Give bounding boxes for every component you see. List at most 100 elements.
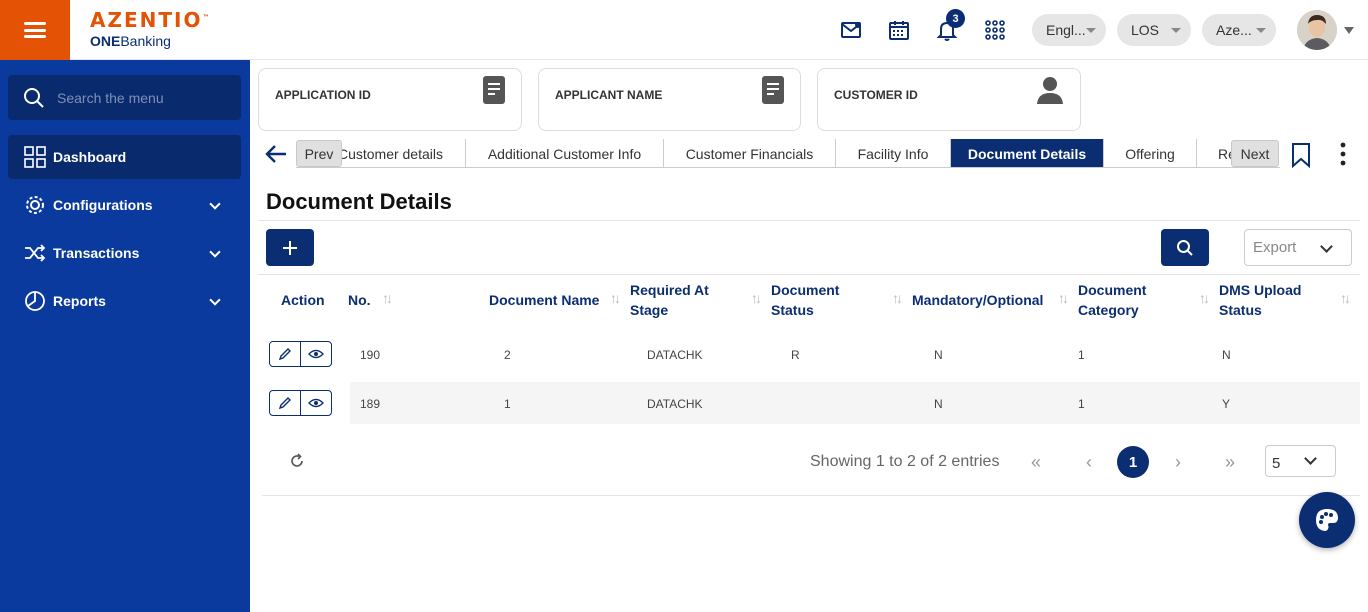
edit-button[interactable] (270, 342, 301, 366)
module-select[interactable]: LOS (1117, 14, 1191, 46)
chevron-down-icon (1304, 452, 1317, 465)
more-vertical-icon[interactable] (1336, 142, 1350, 171)
header-line: Stage (630, 302, 669, 318)
document-icon (483, 76, 505, 109)
hamburger-menu-button[interactable] (0, 0, 70, 60)
back-arrow-icon[interactable] (264, 143, 288, 170)
sort-icon[interactable]: ↑↓ (1340, 290, 1351, 306)
first-page-button[interactable]: « (1020, 446, 1052, 478)
cell-category: 1 (1078, 348, 1085, 362)
top-header: AZENTIO™ ONEBanking 3 Engl... LOS Aze... (0, 0, 1368, 60)
header-line: Status (1219, 302, 1262, 318)
cell-required-stage: DATACHK (647, 397, 703, 411)
refresh-icon[interactable] (288, 452, 306, 475)
page-1-button[interactable]: 1 (1117, 446, 1149, 478)
column-header-no[interactable]: No. (348, 290, 371, 310)
menu-search-input[interactable]: Search the menu (8, 75, 241, 120)
view-button[interactable] (301, 342, 331, 366)
applicant-name-card: APPLICANT NAME (538, 68, 801, 131)
column-header-document-name[interactable]: Document Name (489, 290, 599, 310)
next-page-button[interactable]: › (1162, 446, 1194, 478)
pencil-icon (278, 397, 291, 410)
edit-button[interactable] (270, 391, 301, 415)
entity-select[interactable]: Aze... (1202, 14, 1276, 46)
sidebar-item-reports[interactable]: Reports (8, 279, 241, 323)
cell-dms-status: Y (1222, 397, 1231, 411)
sidebar-item-dashboard[interactable]: Dashboard (8, 135, 241, 179)
tab-additional-customer-info[interactable]: Additional Customer Info (466, 139, 664, 167)
language-select[interactable]: Engl... (1032, 14, 1106, 46)
sort-icon[interactable]: ↑↓ (382, 290, 393, 306)
menu-search-placeholder: Search the menu (57, 89, 164, 106)
sidebar: Search the menu Dashboard Configurations… (0, 60, 250, 612)
person-icon (1036, 76, 1064, 109)
table-search-button[interactable] (1161, 229, 1209, 266)
column-header-dms-upload-status[interactable]: DMS Upload Status (1219, 280, 1301, 320)
sidebar-item-label: Configurations (53, 197, 153, 213)
prev-tab-button[interactable]: Prev (296, 140, 342, 167)
caret-down-icon (1256, 28, 1266, 33)
tab-document-details[interactable]: Document Details (951, 139, 1104, 167)
add-document-button[interactable] (266, 229, 314, 266)
column-header-required-at-stage[interactable]: Required At Stage (630, 280, 709, 320)
table-top-divider (258, 274, 1360, 275)
header-line: Status (771, 302, 814, 318)
cell-dms-status: N (1222, 348, 1231, 362)
customer-id-card: CUSTOMER ID (817, 68, 1081, 131)
dashboard-icon (23, 145, 47, 169)
theme-palette-button[interactable] (1299, 492, 1355, 548)
sort-icon[interactable]: ↑↓ (1199, 290, 1210, 306)
page-size-value: 5 (1272, 454, 1281, 472)
header-line: Category (1078, 302, 1139, 318)
last-page-button[interactable]: » (1214, 446, 1246, 478)
view-button[interactable] (301, 391, 331, 415)
pie-chart-icon (23, 289, 47, 313)
tab-label: Facility Info (857, 145, 929, 162)
tab-offering[interactable]: Offering (1104, 139, 1197, 167)
tab-facility-info[interactable]: Facility Info (836, 139, 951, 167)
cell-document-name: 1 (504, 397, 511, 411)
tab-label: Offering (1125, 145, 1175, 162)
tab-label: Customer Financials (685, 145, 814, 162)
column-header-document-category[interactable]: Document Category (1078, 280, 1146, 320)
header-line: Document (771, 282, 840, 298)
export-label: Export (1253, 239, 1297, 256)
apps-grid-icon[interactable] (983, 18, 1007, 42)
entity-value: Aze... (1216, 22, 1252, 38)
hamburger-icon (24, 22, 46, 38)
chevron-down-icon (1320, 240, 1333, 253)
header-line: Document (1078, 282, 1147, 298)
column-header-document-status[interactable]: Document Status (771, 280, 839, 320)
prev-page-button[interactable]: ‹ (1073, 446, 1105, 478)
cell-document-name: 2 (504, 348, 511, 362)
application-id-card: APPLICATION ID (258, 68, 522, 131)
product-suffix: Banking (120, 33, 171, 49)
gear-icon (23, 193, 47, 217)
tab-customer-financials[interactable]: Customer Financials (664, 139, 836, 167)
pagination-divider (262, 495, 1360, 496)
export-select[interactable]: Export (1244, 229, 1352, 266)
brand-name: AZENTIO (90, 8, 203, 32)
mail-icon[interactable] (839, 18, 863, 42)
calendar-icon[interactable] (887, 18, 911, 42)
eye-icon (307, 398, 324, 408)
caret-down-icon (1086, 28, 1096, 33)
user-menu-caret-icon[interactable] (1344, 27, 1354, 34)
bookmark-icon[interactable] (1290, 142, 1312, 173)
next-tab-button[interactable]: Next (1231, 140, 1279, 167)
sort-icon[interactable]: ↑↓ (610, 290, 621, 306)
sort-icon[interactable]: ↑↓ (892, 290, 903, 306)
showing-entries: Showing 1 to 2 of 2 entries (810, 453, 1000, 470)
sidebar-item-label: Reports (53, 293, 106, 309)
sidebar-item-configurations[interactable]: Configurations (8, 183, 241, 227)
sort-icon[interactable]: ↑↓ (751, 290, 762, 306)
page-size-select[interactable]: 5 (1265, 445, 1336, 477)
chevron-down-icon (209, 246, 221, 258)
sidebar-item-transactions[interactable]: Transactions (8, 231, 241, 275)
column-header-mandatory-optional[interactable]: Mandatory/Optional (912, 290, 1043, 310)
sort-icon[interactable]: ↑↓ (1058, 290, 1069, 306)
cell-document-status: R (791, 348, 800, 362)
tab-strip: Customer details Additional Customer Inf… (296, 139, 1280, 168)
avatar[interactable] (1297, 10, 1337, 50)
row-actions (269, 390, 332, 416)
